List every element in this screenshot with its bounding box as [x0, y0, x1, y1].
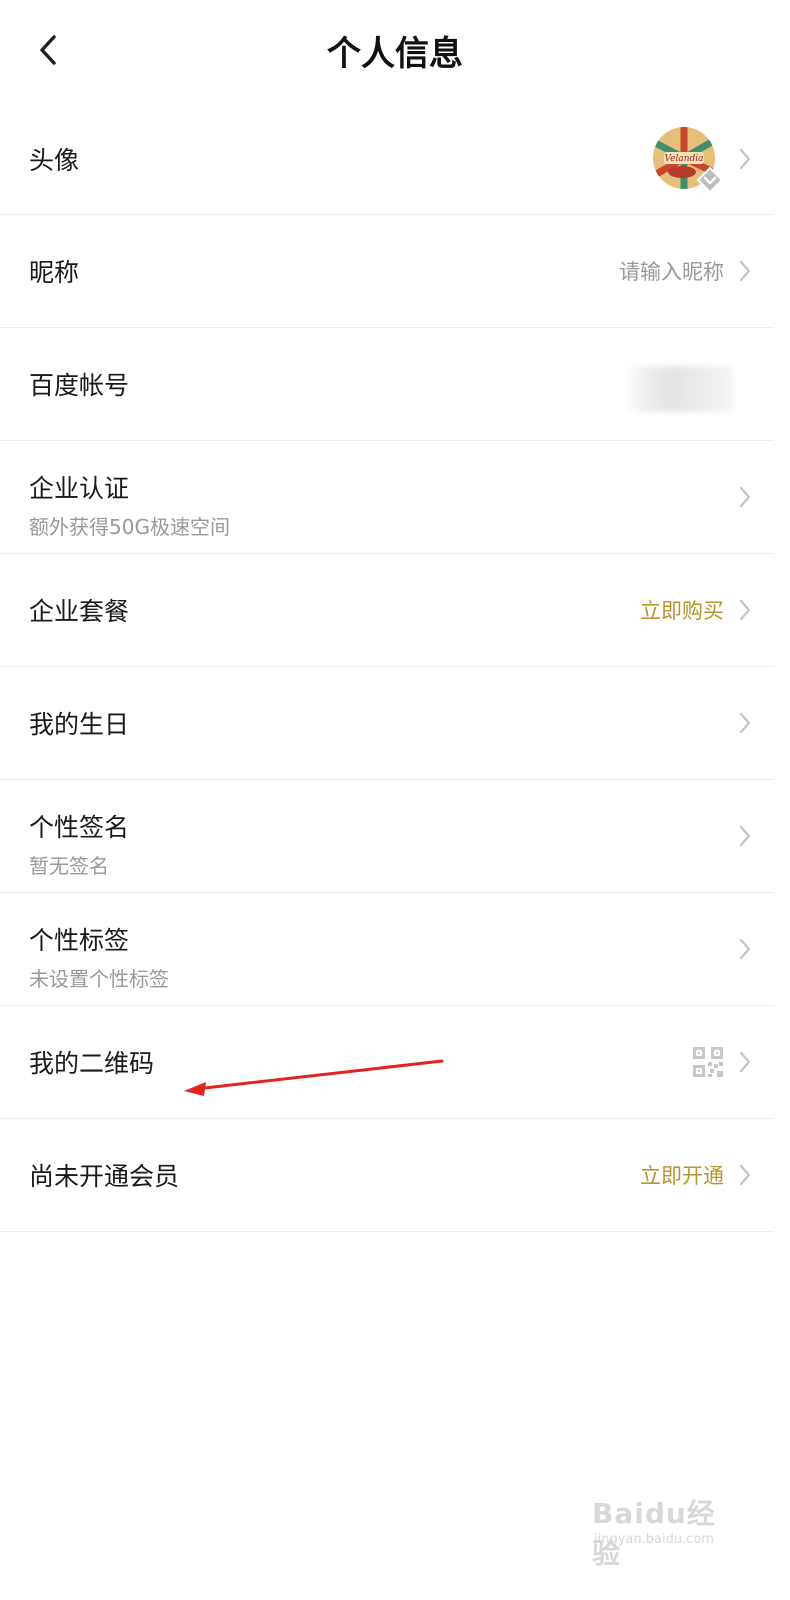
buy-now-link[interactable]: 立即购买 — [640, 595, 724, 625]
row-avatar[interactable]: 头像 Velandia — [0, 104, 774, 215]
row-baidu-account: 百度帐号 — [0, 328, 774, 441]
row-enterprise-plan[interactable]: 企业套餐 立即购买 — [0, 554, 774, 667]
watermark-url: jingyan.baidu.com — [594, 1532, 714, 1547]
row-label: 尚未开通会员 — [29, 1162, 180, 1191]
row-label: 头像 — [29, 146, 80, 175]
chevron-right-icon — [739, 260, 751, 282]
row-signature[interactable]: 个性签名 暂无签名 — [0, 780, 774, 893]
chevron-right-icon — [739, 486, 751, 508]
chevron-right-icon — [739, 1164, 751, 1186]
row-subtitle: 额外获得50G极速空间 — [29, 515, 230, 539]
row-label: 我的生日 — [29, 710, 130, 739]
row-label: 企业认证 — [29, 474, 130, 503]
page-title: 个人信息 — [327, 34, 463, 74]
row-subtitle: 暂无签名 — [29, 854, 109, 878]
row-label: 百度帐号 — [29, 371, 130, 400]
baidu-jingyan-watermark: Baidu经验 jingyan.baidu.com — [592, 1480, 742, 1570]
row-enterprise-verification[interactable]: 企业认证 额外获得50G极速空间 — [0, 441, 774, 554]
chevron-right-icon — [739, 599, 751, 621]
svg-text:Velandia: Velandia — [664, 154, 703, 164]
qr-code-icon — [693, 1047, 723, 1077]
chevron-right-icon — [739, 712, 751, 734]
chevron-right-icon — [739, 938, 751, 960]
row-label: 企业套餐 — [29, 597, 130, 626]
row-label: 昵称 — [29, 258, 80, 287]
avatar-verified-badge-icon — [696, 166, 724, 194]
nickname-placeholder: 请输入昵称 — [619, 260, 724, 284]
row-membership[interactable]: 尚未开通会员 立即开通 — [0, 1119, 774, 1232]
row-nickname[interactable]: 昵称 请输入昵称 — [0, 215, 774, 328]
row-my-qr-code[interactable]: 我的二维码 — [0, 1006, 774, 1119]
chevron-right-icon — [739, 148, 751, 170]
row-label: 个性标签 — [29, 926, 130, 955]
row-label: 我的二维码 — [29, 1049, 155, 1078]
row-birthday[interactable]: 我的生日 — [0, 667, 774, 780]
top-bar: 个人信息 — [0, 0, 790, 100]
row-label: 个性签名 — [29, 813, 130, 842]
account-value-blurred — [624, 366, 734, 412]
activate-now-link[interactable]: 立即开通 — [640, 1160, 724, 1190]
row-personal-tags[interactable]: 个性标签 未设置个性标签 — [0, 893, 774, 1006]
chevron-right-icon — [739, 1051, 751, 1073]
profile-list: 头像 Velandia 昵称 请输入昵称 百度帐号 企业认证 额外获得50G极速… — [0, 104, 774, 1232]
chevron-right-icon — [739, 825, 751, 847]
row-subtitle: 未设置个性标签 — [29, 967, 169, 991]
